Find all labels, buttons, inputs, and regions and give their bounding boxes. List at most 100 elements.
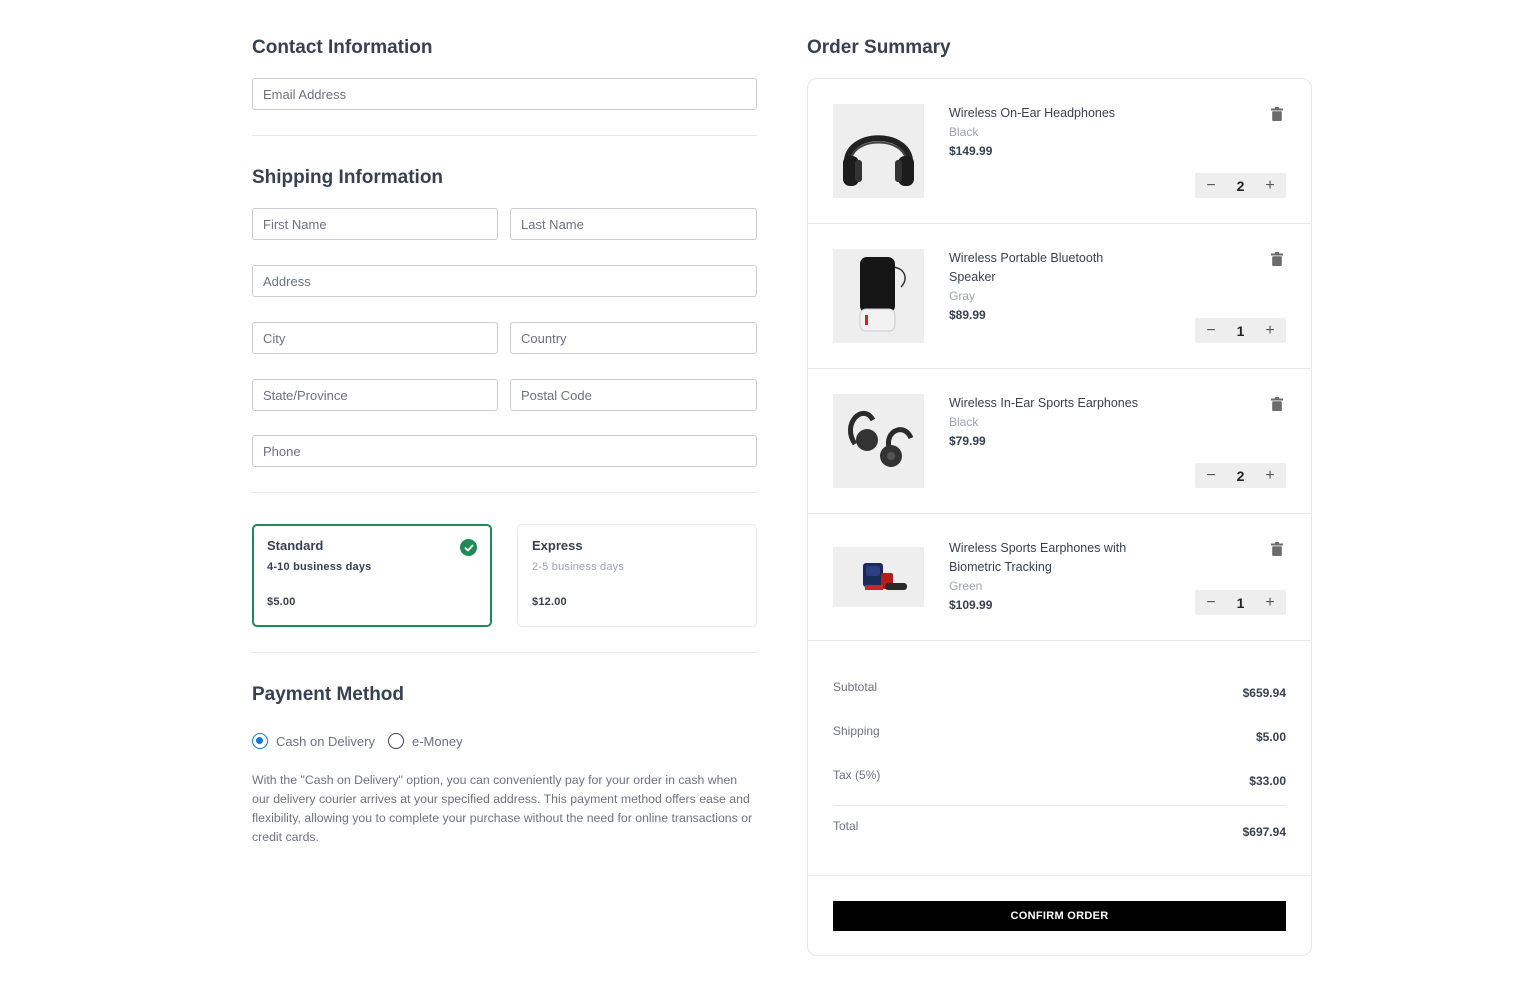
item-details: Wireless On-Ear Headphones Black $149.99 <box>949 104 1149 161</box>
item-price: $79.99 <box>949 434 986 448</box>
trash-icon[interactable] <box>1271 542 1283 556</box>
quantity-stepper: − 1 + <box>1195 590 1286 615</box>
cart-item: Wireless In-Ear Sports Earphones Black $… <box>808 369 1311 514</box>
cash-on-delivery-label[interactable]: Cash on Delivery <box>276 734 375 749</box>
tax-row: Tax (5%) $33.00 <box>833 768 1286 792</box>
item-details: Wireless In-Ear Sports Earphones Black $… <box>949 394 1149 451</box>
shipping-heading: Shipping Information <box>252 167 444 188</box>
divider <box>252 652 757 653</box>
address-input[interactable] <box>263 266 746 296</box>
shipping-row: Shipping $5.00 <box>833 724 1286 748</box>
item-details: Wireless Sports Earphones with Biometric… <box>949 539 1149 615</box>
city-input[interactable] <box>263 323 487 353</box>
headphones-image <box>833 104 924 198</box>
subtotal-value: $659.94 <box>1242 686 1286 700</box>
decrement-button[interactable]: − <box>1204 463 1218 488</box>
shipping-option-price: $12.00 <box>532 596 567 608</box>
trash-icon[interactable] <box>1271 397 1283 411</box>
total-row: Total $697.94 <box>833 819 1286 843</box>
phone-input[interactable] <box>263 436 746 466</box>
trash-icon[interactable] <box>1271 252 1283 266</box>
item-title: Wireless On-Ear Headphones <box>949 106 1116 120</box>
increment-button[interactable]: + <box>1263 173 1277 198</box>
last-name-field[interactable] <box>510 208 757 240</box>
quantity-stepper: − 2 + <box>1195 173 1286 198</box>
increment-button[interactable]: + <box>1263 463 1277 488</box>
payment-heading: Payment Method <box>252 684 405 705</box>
quantity-value: 2 <box>1236 177 1245 194</box>
shipping-option-days: 2-5 business days <box>532 561 625 573</box>
state-input[interactable] <box>263 380 487 410</box>
email-input[interactable] <box>263 79 746 109</box>
quantity-value: 1 <box>1236 322 1245 339</box>
item-price: $149.99 <box>949 144 993 158</box>
cart-item: Wireless On-Ear Headphones Black $149.99… <box>808 79 1311 224</box>
phone-field[interactable] <box>252 435 757 467</box>
total-value: $697.94 <box>1242 825 1286 839</box>
subtotal-row: Subtotal $659.94 <box>833 680 1286 704</box>
tax-value: $33.00 <box>1249 774 1286 788</box>
item-variant: Black <box>949 125 979 139</box>
decrement-button[interactable]: − <box>1204 590 1218 615</box>
e-money-radio[interactable] <box>388 733 404 749</box>
subtotal-label: Subtotal <box>833 680 878 694</box>
first-name-input[interactable] <box>263 209 487 239</box>
decrement-button[interactable]: − <box>1204 173 1218 198</box>
item-variant: Gray <box>949 289 976 303</box>
email-field[interactable] <box>252 78 757 110</box>
decrement-button[interactable]: − <box>1204 318 1218 343</box>
confirm-order-button[interactable]: CONFIRM ORDER <box>833 901 1286 931</box>
country-field[interactable] <box>510 322 757 354</box>
sports-earphones-image <box>833 547 924 607</box>
summary-heading: Order Summary <box>807 37 951 58</box>
item-price: $89.99 <box>949 308 986 322</box>
item-variant: Green <box>949 579 983 593</box>
increment-button[interactable]: + <box>1263 590 1277 615</box>
cart-item: Wireless Sports Earphones with Biometric… <box>808 514 1311 641</box>
shipping-option-price: $5.00 <box>267 596 296 608</box>
total-label: Total <box>833 819 859 833</box>
divider <box>252 492 757 493</box>
tax-label: Tax (5%) <box>833 768 881 782</box>
e-money-label[interactable]: e-Money <box>412 734 463 749</box>
divider <box>808 875 1311 876</box>
postal-code-input[interactable] <box>521 380 746 410</box>
earphones-image <box>833 394 924 488</box>
quantity-stepper: − 2 + <box>1195 463 1286 488</box>
summary-card: Wireless On-Ear Headphones Black $149.99… <box>807 78 1312 956</box>
contact-heading: Contact Information <box>252 37 433 58</box>
totals-divider <box>833 805 1286 806</box>
city-field[interactable] <box>252 322 498 354</box>
speaker-image <box>833 249 924 343</box>
postal-code-field[interactable] <box>510 379 757 411</box>
shipping-label: Shipping <box>833 724 880 738</box>
first-name-field[interactable] <box>252 208 498 240</box>
item-title: Wireless Sports Earphones with Biometric… <box>949 541 1127 574</box>
quantity-value: 2 <box>1236 467 1245 484</box>
increment-button[interactable]: + <box>1263 318 1277 343</box>
cash-on-delivery-radio[interactable] <box>252 733 268 749</box>
cart-item: Wireless Portable Bluetooth Speaker Gray… <box>808 224 1311 369</box>
item-title: Wireless Portable Bluetooth Speaker <box>949 251 1104 284</box>
item-title: Wireless In-Ear Sports Earphones <box>949 396 1138 410</box>
state-field[interactable] <box>252 379 498 411</box>
country-input[interactable] <box>521 323 746 353</box>
payment-description: With the "Cash on Delivery" option, you … <box>252 773 753 844</box>
quantity-stepper: − 1 + <box>1195 318 1286 343</box>
shipping-option-name: Standard <box>267 538 324 553</box>
payment-options: Cash on Delivery e-Money <box>252 733 476 749</box>
shipping-value: $5.00 <box>1255 730 1286 744</box>
shipping-option-express[interactable]: Express 2-5 business days $12.00 <box>517 524 757 627</box>
item-price: $109.99 <box>949 598 993 612</box>
quantity-value: 1 <box>1236 594 1245 611</box>
check-circle-icon <box>460 539 477 556</box>
last-name-input[interactable] <box>521 209 746 239</box>
shipping-option-days: 4-10 business days <box>267 561 372 573</box>
divider <box>252 135 757 136</box>
shipping-option-name: Express <box>532 538 583 553</box>
item-variant: Black <box>949 415 979 429</box>
shipping-option-standard[interactable]: Standard 4-10 business days $5.00 <box>252 524 492 627</box>
address-field[interactable] <box>252 265 757 297</box>
item-details: Wireless Portable Bluetooth Speaker Gray… <box>949 249 1149 325</box>
trash-icon[interactable] <box>1271 107 1283 121</box>
